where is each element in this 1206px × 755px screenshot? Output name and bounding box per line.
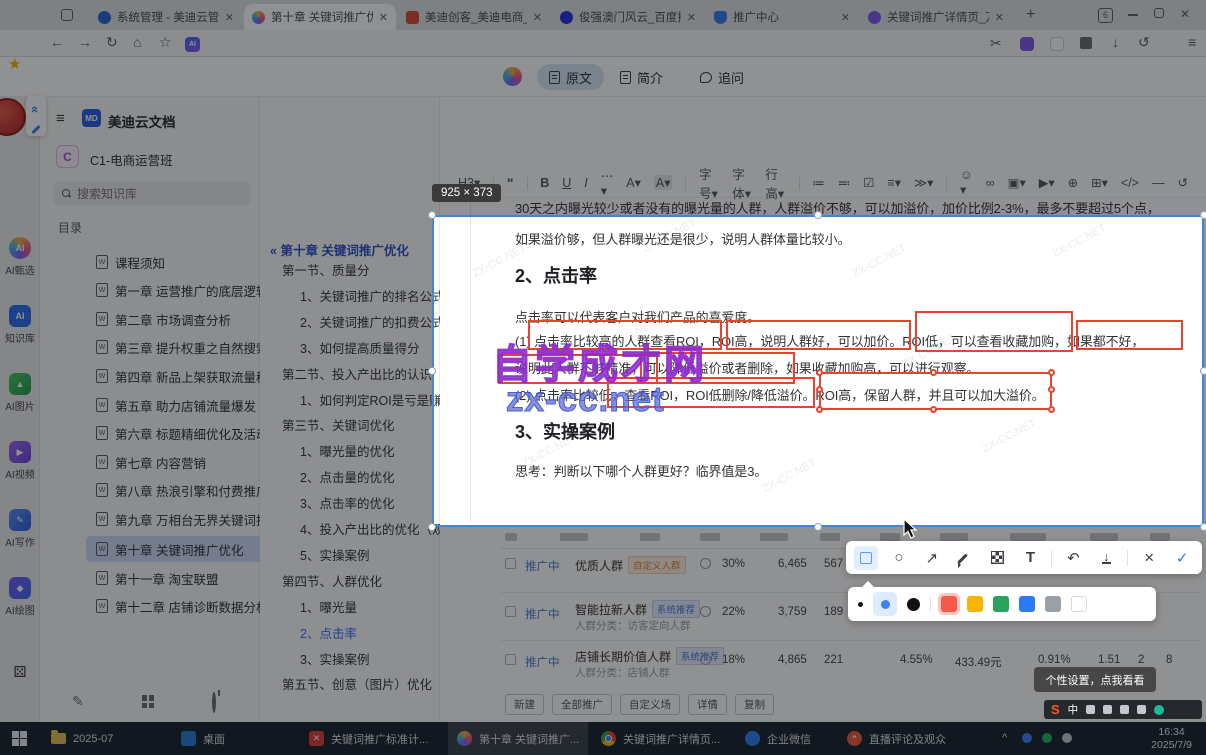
stroke-size-medium-selected[interactable]: [873, 592, 897, 616]
stroke-size-small[interactable]: [858, 601, 863, 607]
resize-handle[interactable]: [1048, 406, 1055, 413]
rectangle-tool[interactable]: [854, 545, 878, 570]
mouse-cursor: [903, 518, 918, 539]
resize-handle[interactable]: [816, 406, 823, 413]
resize-handle[interactable]: [930, 369, 937, 376]
sogou-tooltip[interactable]: 个性设置，点我看看: [1034, 667, 1156, 692]
annotation-palette: [848, 581, 1156, 621]
sogou-tool-icon[interactable]: [1103, 705, 1113, 714]
color-swatch-gray[interactable]: [1045, 596, 1061, 612]
dim-overlay-left: [0, 215, 432, 527]
color-swatch-blue[interactable]: [1019, 596, 1035, 612]
selection-handle-se[interactable]: [1200, 523, 1206, 531]
doc-paragraph: 思考：判断以下哪个人群更好？临界值是3。: [515, 464, 768, 479]
undo-tool[interactable]: ↶: [1061, 546, 1085, 570]
doc-heading: 3、实操案例: [515, 422, 616, 442]
selection-handle-e[interactable]: [1200, 367, 1206, 375]
sogou-tool-icon[interactable]: [1137, 705, 1147, 714]
stroke-size-large[interactable]: [907, 597, 920, 611]
color-swatch-red-selected[interactable]: [941, 596, 957, 612]
selection-handle-w[interactable]: [428, 367, 436, 375]
resize-handle[interactable]: [930, 406, 937, 413]
annotation-toolbar: ○ ↗ T ↶ ↓ × ✓: [846, 541, 1202, 574]
doc-heading: 2、点击率: [515, 266, 598, 286]
ellipse-tool[interactable]: ○: [887, 546, 911, 570]
annotation-rect[interactable]: [607, 377, 815, 408]
sogou-tool-icon[interactable]: [1120, 705, 1130, 714]
resize-handle[interactable]: [1048, 369, 1055, 376]
selection-size-label: 925 × 373: [432, 184, 502, 202]
selection-handle-sw[interactable]: [428, 523, 436, 531]
color-swatch-green[interactable]: [993, 596, 1009, 612]
color-swatch-yellow[interactable]: [967, 596, 983, 612]
annotation-rect[interactable]: [528, 320, 722, 350]
annotation-rect[interactable]: [915, 311, 1073, 352]
annotation-rect-selected[interactable]: [816, 369, 1055, 413]
resize-handle[interactable]: [816, 386, 823, 393]
confirm-capture-button[interactable]: ✓: [1170, 546, 1194, 570]
pen-tool[interactable]: [953, 546, 977, 570]
resize-handle[interactable]: [1048, 386, 1055, 393]
dim-overlay-top: [0, 0, 1206, 215]
sogou-tool-icon[interactable]: [1086, 705, 1096, 714]
annotation-rect[interactable]: [1076, 320, 1183, 350]
sogou-logo[interactable]: S: [1051, 702, 1060, 717]
mosaic-tool[interactable]: [986, 546, 1010, 570]
text-tool[interactable]: T: [1019, 546, 1043, 570]
color-swatch-white[interactable]: [1071, 596, 1087, 612]
arrow-tool[interactable]: ↗: [920, 546, 944, 570]
resize-handle[interactable]: [816, 369, 823, 376]
page-margin-line: [470, 200, 471, 522]
screen: 系统管理 - 美迪云管理 ✕ 第十章 关键词推广优化 ✕ 美迪创客_美迪电商_美…: [0, 0, 1206, 755]
cancel-capture-button[interactable]: ×: [1137, 546, 1161, 570]
selection-handle-s[interactable]: [814, 523, 822, 531]
input-mode-chinese[interactable]: 中: [1068, 702, 1079, 717]
selection-handle-n[interactable]: [814, 211, 822, 219]
sogou-skin-icon[interactable]: [1154, 704, 1165, 715]
doc-paragraph: 如果溢价够，但人群曝光还是很少，说明人群体量比较小。: [515, 232, 851, 247]
selection-handle-ne[interactable]: [1200, 211, 1206, 219]
annotation-rect[interactable]: [726, 320, 911, 350]
sogou-input-bar[interactable]: S 中: [1044, 700, 1202, 719]
download-tool[interactable]: ↓: [1094, 546, 1118, 570]
selection-handle-nw[interactable]: [428, 211, 436, 219]
